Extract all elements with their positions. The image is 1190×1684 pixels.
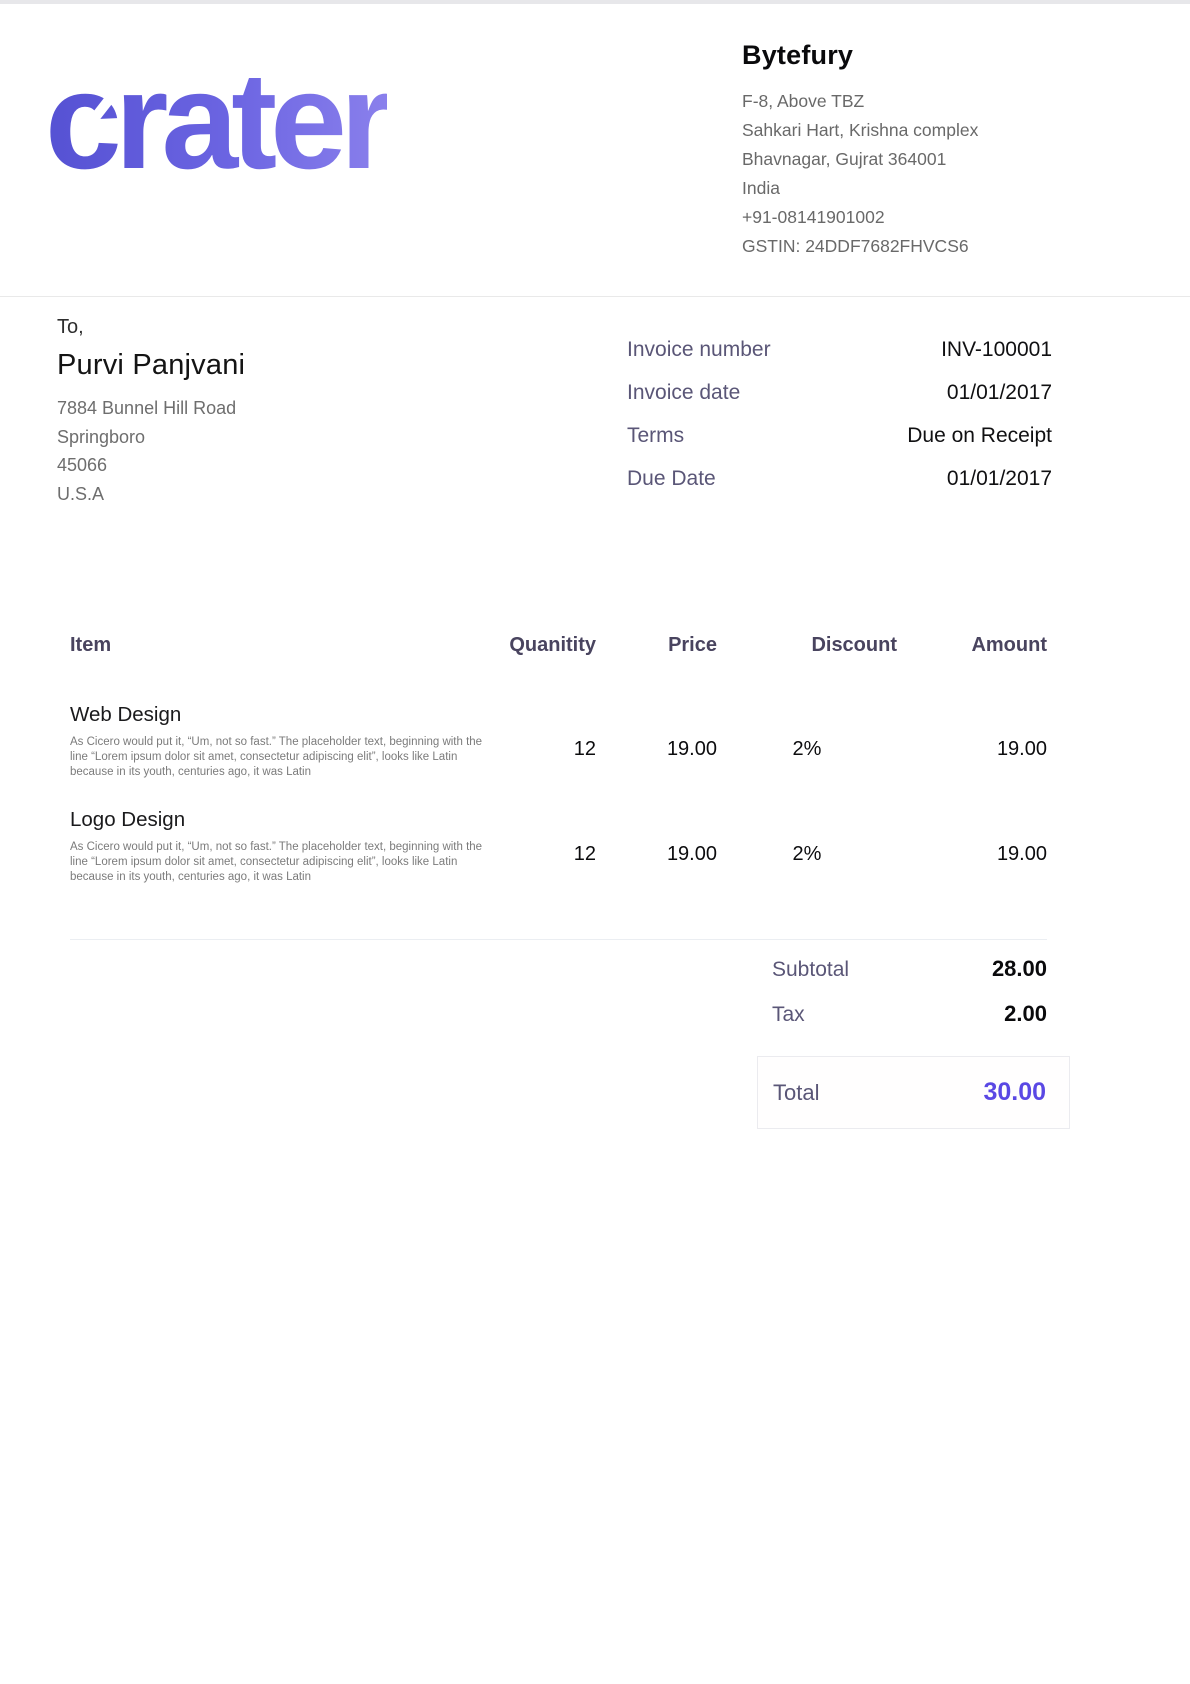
items-table-header: Item Quanitity Price Discount Amount [70, 634, 1047, 657]
column-header-discount: Discount [717, 634, 897, 657]
terms-label: Terms [627, 424, 684, 448]
item-quantity: 12 [490, 703, 596, 780]
subtotal-value: 28.00 [992, 956, 1047, 982]
table-row: Web Design As Cicero would put it, “Um, … [70, 703, 1047, 780]
tax-row: Tax 2.00 [757, 1001, 1070, 1027]
invoice-number-value: INV-100001 [941, 338, 1052, 362]
customer-address-line: U.S.A [57, 480, 245, 509]
tax-label: Tax [772, 1003, 805, 1027]
crater-logo: crater [45, 4, 387, 296]
item-amount: 19.00 [897, 808, 1047, 885]
company-phone: +91-08141901002 [742, 203, 1018, 232]
subtotal-row: Subtotal 28.00 [757, 956, 1070, 982]
due-date-row: Due Date 01/01/2017 [627, 467, 1052, 491]
subtotal-label: Subtotal [772, 958, 849, 982]
column-header-quantity: Quanitity [490, 634, 596, 657]
column-header-item: Item [70, 634, 490, 657]
total-value: 30.00 [983, 1078, 1046, 1107]
item-discount: 2% [717, 703, 897, 780]
item-discount: 2% [717, 808, 897, 885]
total-box: Total 30.00 [757, 1056, 1070, 1129]
table-row: Logo Design As Cicero would put it, “Um,… [70, 808, 1047, 885]
item-cell: Logo Design As Cicero would put it, “Um,… [70, 808, 490, 885]
company-address-line: F-8, Above TBZ [742, 87, 1018, 116]
items-table: Item Quanitity Price Discount Amount Web… [70, 634, 1047, 940]
customer-address-line: 7884 Bunnel Hill Road [57, 394, 245, 423]
invoice-number-label: Invoice number [627, 338, 771, 362]
invoice-header: crater Bytefury F-8, Above TBZ Sahkari H… [0, 4, 1190, 297]
column-header-amount: Amount [897, 634, 1047, 657]
item-name: Logo Design [70, 808, 490, 832]
due-date-label: Due Date [627, 467, 716, 491]
customer-address-line: 45066 [57, 451, 245, 480]
terms-value: Due on Receipt [907, 424, 1052, 448]
item-description: As Cicero would put it, “Um, not so fast… [70, 735, 490, 780]
item-price: 19.00 [596, 808, 717, 885]
company-address-line: Bhavnagar, Gujrat 364001 [742, 145, 1018, 174]
company-info-block: Bytefury F-8, Above TBZ Sahkari Hart, Kr… [742, 4, 1018, 296]
tax-value: 2.00 [1004, 1001, 1047, 1027]
to-label: To, [57, 316, 245, 339]
customer-address-line: Springboro [57, 423, 245, 452]
column-header-price: Price [596, 634, 717, 657]
invoice-meta-block: Invoice number INV-100001 Invoice date 0… [627, 338, 1052, 510]
item-amount: 19.00 [897, 703, 1047, 780]
item-quantity: 12 [490, 808, 596, 885]
company-gstin: GSTIN: 24DDF7682FHVCS6 [742, 232, 1018, 261]
company-name: Bytefury [742, 40, 1018, 71]
due-date-value: 01/01/2017 [947, 467, 1052, 491]
total-label: Total [773, 1080, 819, 1106]
invoice-page: crater Bytefury F-8, Above TBZ Sahkari H… [0, 0, 1190, 1684]
item-cell: Web Design As Cicero would put it, “Um, … [70, 703, 490, 780]
customer-name: Purvi Panjvani [57, 349, 245, 382]
item-description: As Cicero would put it, “Um, not so fast… [70, 840, 490, 885]
company-address-line: India [742, 174, 1018, 203]
logo-cut-decoration [413, 106, 464, 167]
item-price: 19.00 [596, 703, 717, 780]
company-address-line: Sahkari Hart, Krishna complex [742, 116, 1018, 145]
item-name: Web Design [70, 703, 490, 727]
terms-row: Terms Due on Receipt [627, 424, 1052, 448]
invoice-date-value: 01/01/2017 [947, 381, 1052, 405]
totals-block: Subtotal 28.00 Tax 2.00 Total 30.00 [757, 956, 1070, 1129]
invoice-date-label: Invoice date [627, 381, 740, 405]
invoice-number-row: Invoice number INV-100001 [627, 338, 1052, 362]
bill-to-block: To, Purvi Panjvani 7884 Bunnel Hill Road… [57, 316, 245, 508]
invoice-date-row: Invoice date 01/01/2017 [627, 381, 1052, 405]
